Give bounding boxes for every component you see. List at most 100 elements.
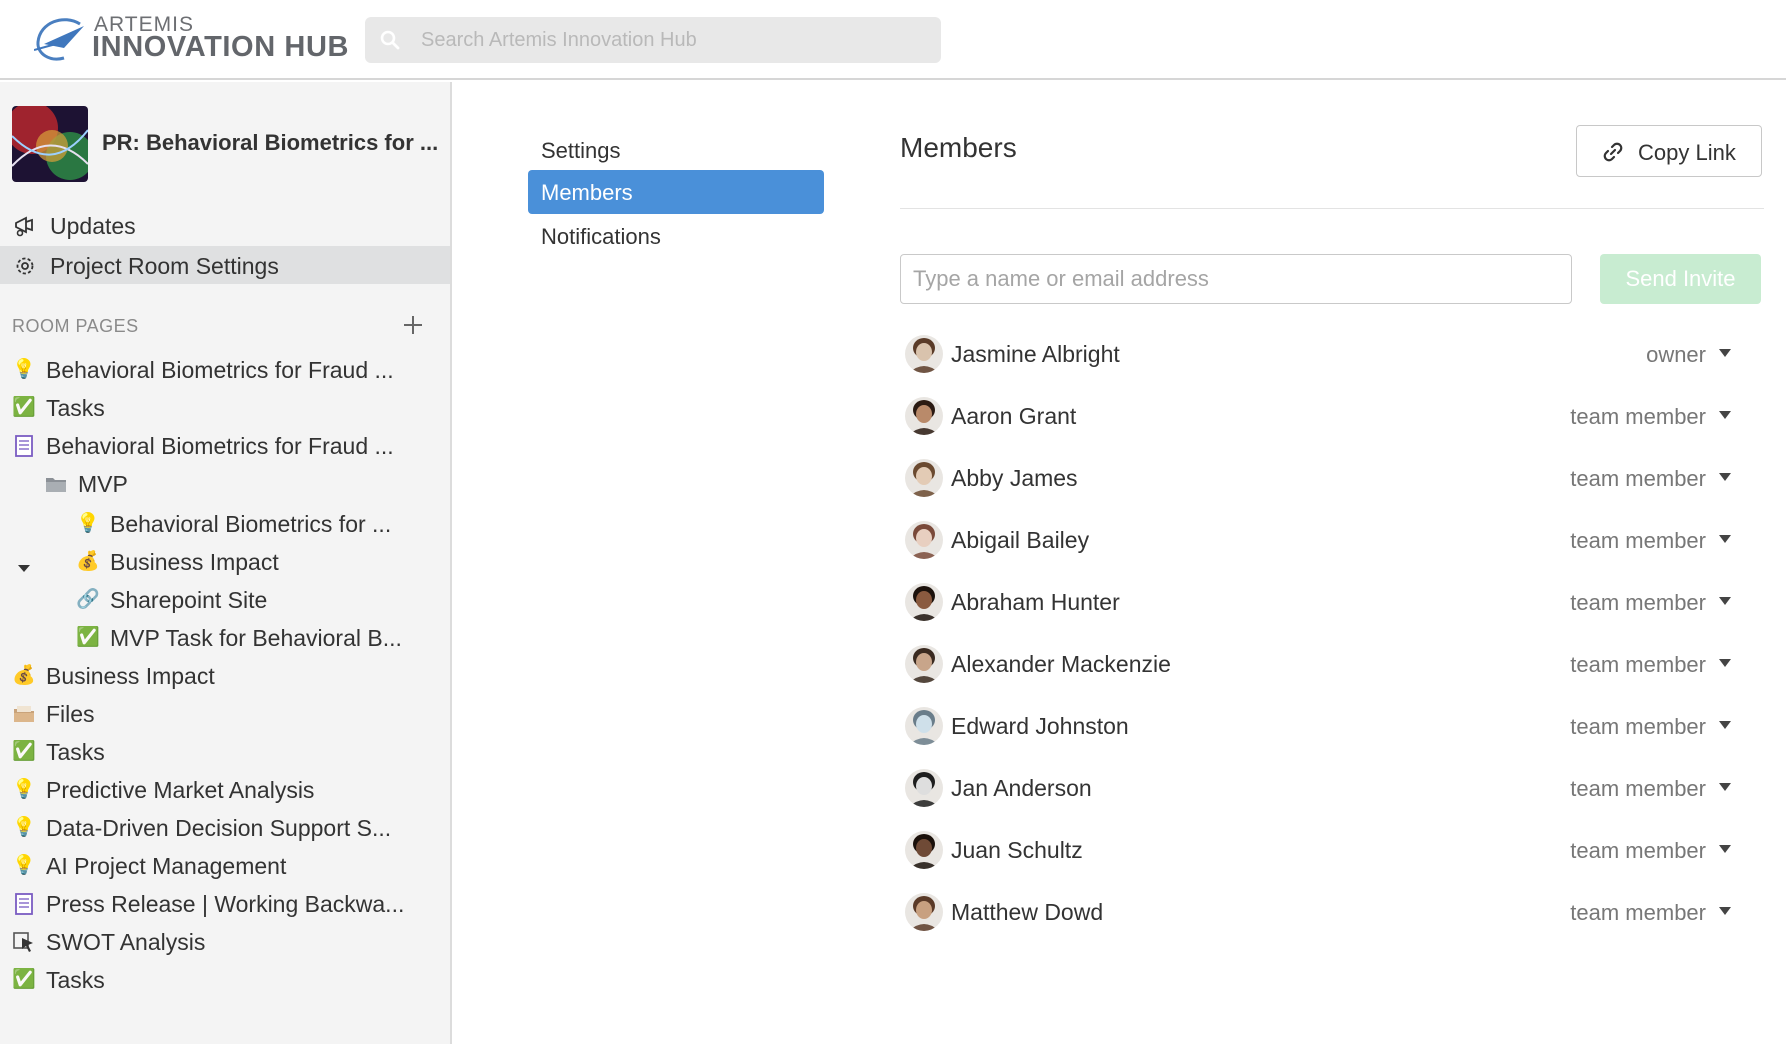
link-icon xyxy=(1603,142,1623,162)
page-item-label: Business Impact xyxy=(110,549,279,575)
search-bar[interactable] xyxy=(365,17,941,63)
lightbulb-icon: 💡 xyxy=(12,817,36,838)
money-bag-icon: 💰 xyxy=(12,665,36,686)
page-item-label: Data-Driven Decision Support S... xyxy=(46,815,392,841)
page-item-label: Sharepoint Site xyxy=(110,587,268,613)
member-role-select[interactable]: team member xyxy=(1570,466,1706,492)
settings-nav-notifications[interactable]: Notifications xyxy=(528,214,824,258)
member-name: Abraham Hunter xyxy=(951,589,1120,615)
checkmark-icon: ✅ xyxy=(76,627,100,648)
chevron-down-icon[interactable] xyxy=(16,560,32,576)
document-icon xyxy=(15,435,33,457)
member-role-select[interactable]: team member xyxy=(1570,714,1706,740)
member-name: Jasmine Albright xyxy=(951,341,1120,367)
page-item-label: Behavioral Biometrics for Fraud ... xyxy=(46,357,394,383)
member-role-select[interactable]: team member xyxy=(1570,838,1706,864)
member-name: Aaron Grant xyxy=(951,403,1077,429)
chevron-down-icon[interactable] xyxy=(1718,658,1732,668)
member-role-select[interactable]: owner xyxy=(1646,342,1706,368)
room-thumbnail xyxy=(12,106,88,182)
member-row: Jasmine Albright owner xyxy=(900,324,1764,384)
money-bag-icon: 💰 xyxy=(76,551,100,572)
sidebar-item-updates[interactable]: Updates xyxy=(0,206,450,244)
add-page-icon[interactable] xyxy=(400,312,426,338)
avatar xyxy=(905,397,943,435)
member-row: Matthew Dowd team member xyxy=(900,882,1764,942)
member-row: Abraham Hunter team member xyxy=(900,572,1764,632)
sidebar-item-label: Project Room Settings xyxy=(50,253,279,279)
room-header[interactable]: PR: Behavioral Biometrics for ... xyxy=(12,106,442,182)
member-row: Alexander Mackenzie team member xyxy=(900,634,1764,694)
page-item-label: MVP Task for Behavioral B... xyxy=(110,625,402,651)
chevron-down-icon[interactable] xyxy=(1718,720,1732,730)
chevron-down-icon[interactable] xyxy=(1718,534,1732,544)
sidebar-item-project-room-settings[interactable]: Project Room Settings xyxy=(0,246,450,284)
member-name: Edward Johnston xyxy=(951,713,1129,739)
member-row: Abby James team member xyxy=(900,448,1764,508)
lightbulb-icon: 💡 xyxy=(76,513,100,534)
avatar xyxy=(905,645,943,683)
page-item-label: Files xyxy=(46,701,95,727)
avatar xyxy=(905,893,943,931)
chevron-down-icon[interactable] xyxy=(1718,844,1732,854)
avatar xyxy=(905,521,943,559)
avatar xyxy=(905,459,943,497)
member-role-select[interactable]: team member xyxy=(1570,528,1706,554)
page-item-label: Behavioral Biometrics for ... xyxy=(110,511,392,537)
member-name: Matthew Dowd xyxy=(951,899,1104,925)
settings-nav-label: Settings xyxy=(541,138,621,163)
settings-nav-label: Members xyxy=(541,180,633,205)
member-name: Juan Schultz xyxy=(951,837,1083,863)
checkmark-icon: ✅ xyxy=(12,397,36,418)
member-role-select[interactable]: team member xyxy=(1570,652,1706,678)
member-role-select[interactable]: team member xyxy=(1570,776,1706,802)
top-bar: ARTEMIS INNOVATION HUB xyxy=(0,0,1786,80)
member-role-select[interactable]: team member xyxy=(1570,590,1706,616)
search-input[interactable] xyxy=(421,17,921,63)
member-role-select[interactable]: team member xyxy=(1570,404,1706,430)
chevron-down-icon[interactable] xyxy=(1718,472,1732,482)
sidebar: PR: Behavioral Biometrics for ... Update… xyxy=(0,82,452,1044)
chevron-down-icon[interactable] xyxy=(1718,596,1732,606)
page-title: Members xyxy=(900,132,1017,163)
brand-big-text: INNOVATION HUB xyxy=(92,31,350,63)
page-item-label: Behavioral Biometrics for Fraud ... xyxy=(46,433,394,459)
avatar xyxy=(905,335,943,373)
member-name: Abby James xyxy=(951,465,1078,491)
settings-nav-members[interactable]: Members xyxy=(528,170,824,214)
copy-link-button[interactable]: Copy Link xyxy=(1576,125,1762,177)
avatar xyxy=(905,769,943,807)
member-row: Jan Anderson team member xyxy=(900,758,1764,818)
cursor-icon xyxy=(13,932,33,952)
member-row: Edward Johnston team member xyxy=(900,696,1764,756)
page-item-label: SWOT Analysis xyxy=(46,929,206,955)
checkmark-icon: ✅ xyxy=(12,741,36,762)
chevron-down-icon[interactable] xyxy=(1718,348,1732,358)
send-invite-button[interactable]: Send Invite xyxy=(1600,254,1761,304)
megaphone-icon xyxy=(15,216,33,237)
lightbulb-icon: 💡 xyxy=(12,359,36,380)
avatar xyxy=(905,583,943,621)
page-item-label: Tasks xyxy=(46,395,105,421)
files-icon xyxy=(14,706,34,722)
member-row: Abigail Bailey team member xyxy=(900,510,1764,570)
link-icon: 🔗 xyxy=(76,589,100,610)
page-item-label: AI Project Management xyxy=(46,853,287,879)
document-icon xyxy=(15,893,33,915)
chevron-down-icon[interactable] xyxy=(1718,906,1732,916)
page-item-label: MVP xyxy=(78,471,128,497)
room-title: PR: Behavioral Biometrics for ... xyxy=(102,130,439,155)
orbit-logo-icon xyxy=(34,18,84,61)
chevron-down-icon[interactable] xyxy=(1718,782,1732,792)
page-item-label: Press Release | Working Backwa... xyxy=(46,891,405,917)
chevron-down-icon[interactable] xyxy=(1718,410,1732,420)
member-role-select[interactable]: team member xyxy=(1570,900,1706,926)
folder-icon xyxy=(46,478,66,492)
header-divider xyxy=(900,208,1764,209)
settings-nav-label: Notifications xyxy=(541,224,661,249)
invite-input[interactable] xyxy=(900,254,1572,304)
member-row: Juan Schultz team member xyxy=(900,820,1764,880)
brand-logo[interactable]: ARTEMIS INNOVATION HUB xyxy=(34,12,348,68)
settings-nav-settings[interactable]: Settings xyxy=(528,128,824,172)
member-row: Aaron Grant team member xyxy=(900,386,1764,446)
